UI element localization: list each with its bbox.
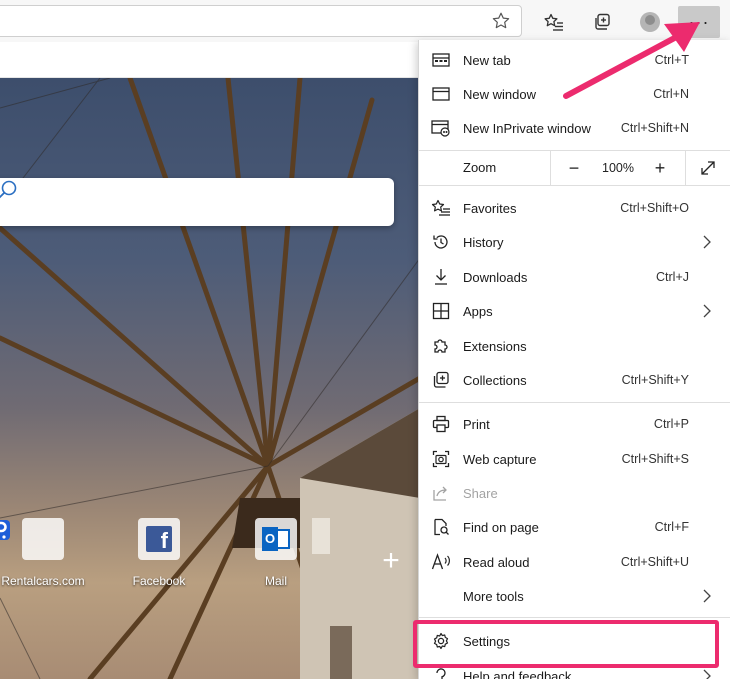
zoom-divider bbox=[550, 151, 551, 185]
menu-shortcut: Ctrl+P bbox=[653, 417, 689, 431]
menu-shortcut: Ctrl+Shift+O bbox=[620, 201, 689, 215]
menu-label: Favorites bbox=[463, 200, 517, 216]
rentalcars-logo bbox=[0, 518, 64, 560]
menu-shortcut: Ctrl+J bbox=[656, 270, 689, 284]
browser-window: ··· Rentalcars.com f Facebook O Mail + N… bbox=[0, 0, 730, 679]
zoom-level: 100% bbox=[602, 161, 634, 175]
menu-item-web-capture[interactable]: Web capture Ctrl+Shift+S bbox=[419, 442, 730, 476]
menu-label: Extensions bbox=[463, 338, 527, 354]
menu-label: Read aloud bbox=[463, 554, 530, 570]
quick-link-facebook[interactable]: f Facebook bbox=[104, 518, 214, 588]
menu-item-new-window[interactable]: New window Ctrl+N bbox=[419, 77, 730, 111]
new-tab-page: Rentalcars.com f Facebook O Mail + bbox=[0, 78, 420, 679]
menu-item-new-inprivate-window[interactable]: New InPrivate window Ctrl+Shift+N bbox=[419, 111, 730, 145]
history-icon bbox=[431, 233, 451, 251]
web-capture-icon bbox=[431, 450, 451, 468]
menu-shortcut: Ctrl+Shift+U bbox=[620, 555, 689, 569]
outlook-letter: O bbox=[262, 527, 278, 551]
chevron-right-icon bbox=[703, 235, 711, 249]
windmill-background-image bbox=[0, 78, 420, 679]
menu-shortcut: Ctrl+Shift+N bbox=[620, 121, 689, 135]
zoom-out-button[interactable]: − bbox=[559, 151, 589, 185]
menu-label: New tab bbox=[463, 52, 511, 68]
menu-item-downloads[interactable]: Downloads Ctrl+J bbox=[419, 260, 730, 294]
menu-label: Web capture bbox=[463, 451, 537, 467]
settings-highlight-box bbox=[413, 620, 719, 668]
print-icon bbox=[431, 415, 451, 433]
extensions-puzzle-icon bbox=[431, 337, 451, 355]
find-on-page-icon bbox=[431, 518, 451, 536]
share-icon bbox=[431, 484, 451, 502]
menu-item-print[interactable]: Print Ctrl+P bbox=[419, 407, 730, 441]
menu-label: History bbox=[463, 234, 504, 250]
menu-label: Apps bbox=[463, 303, 493, 319]
facebook-logo: f bbox=[138, 518, 180, 560]
address-bar[interactable] bbox=[0, 5, 522, 37]
collections-icon bbox=[431, 371, 451, 389]
chevron-right-icon bbox=[703, 589, 711, 603]
menu-item-history[interactable]: History bbox=[419, 225, 730, 259]
download-icon bbox=[431, 268, 451, 286]
more-label: ··· bbox=[688, 11, 710, 32]
quick-link-label: Facebook bbox=[132, 574, 186, 588]
search-box[interactable] bbox=[0, 178, 394, 226]
menu-label: Share bbox=[463, 485, 498, 501]
menu-label: Downloads bbox=[463, 269, 528, 285]
menu-shortcut: Ctrl+F bbox=[654, 520, 689, 534]
menu-shortcut: Ctrl+T bbox=[654, 53, 689, 67]
menu-separator bbox=[419, 185, 730, 186]
menu-shortcut: Ctrl+Shift+S bbox=[621, 452, 689, 466]
quick-link-label: Rentalcars.com bbox=[1, 574, 85, 588]
menu-item-find-on-page[interactable]: Find on page Ctrl+F bbox=[419, 510, 730, 544]
quick-link-mail[interactable]: O Mail bbox=[221, 518, 331, 588]
star-outline-icon[interactable] bbox=[488, 8, 514, 34]
quick-link-rentalcars[interactable]: Rentalcars.com bbox=[0, 518, 98, 588]
apps-icon bbox=[431, 302, 451, 320]
chevron-right-icon bbox=[703, 304, 711, 318]
menu-separator bbox=[419, 617, 730, 618]
help-icon bbox=[431, 667, 451, 679]
collections-icon[interactable] bbox=[588, 8, 616, 36]
new-tab-icon bbox=[431, 51, 451, 69]
menu-shortcut: Ctrl+Shift+Y bbox=[621, 373, 689, 387]
facebook-letter: f bbox=[146, 526, 172, 553]
fullscreen-button[interactable] bbox=[691, 151, 725, 185]
menu-label: Print bbox=[463, 416, 490, 432]
outlook-mail-logo: O bbox=[255, 518, 297, 560]
menu-label: New window bbox=[463, 86, 536, 102]
menu-item-apps[interactable]: Apps bbox=[419, 294, 730, 328]
quick-link-label: Mail bbox=[264, 574, 287, 588]
menu-label: New InPrivate window bbox=[463, 120, 591, 136]
menu-separator bbox=[419, 402, 730, 403]
menu-item-collections[interactable]: Collections Ctrl+Shift+Y bbox=[419, 363, 730, 397]
menu-label: More tools bbox=[463, 588, 524, 604]
chevron-right-icon bbox=[703, 669, 711, 679]
menu-item-read-aloud[interactable]: Read aloud Ctrl+Shift+U bbox=[419, 545, 730, 579]
favorites-list-icon[interactable] bbox=[540, 8, 568, 36]
inprivate-window-icon bbox=[431, 119, 451, 137]
menu-item-new-tab[interactable]: New tab Ctrl+T bbox=[419, 43, 730, 77]
zoom-divider bbox=[685, 151, 686, 185]
more-menu-button[interactable]: ··· bbox=[678, 6, 720, 38]
fullscreen-icon bbox=[701, 161, 715, 175]
menu-item-share[interactable]: Share bbox=[419, 476, 730, 510]
new-window-icon bbox=[431, 85, 451, 103]
read-aloud-icon bbox=[431, 553, 451, 571]
menu-item-more-tools[interactable]: More tools bbox=[419, 579, 730, 613]
settings-and-more-menu: New tab Ctrl+T New window Ctrl+N New InP… bbox=[418, 40, 730, 679]
menu-item-zoom: Zoom − 100% + bbox=[419, 151, 730, 185]
menu-item-favorites[interactable]: Favorites Ctrl+Shift+O bbox=[419, 191, 730, 225]
menu-label: Help and feedback bbox=[463, 668, 572, 679]
search-icon[interactable] bbox=[0, 178, 20, 204]
menu-item-extensions[interactable]: Extensions bbox=[419, 329, 730, 363]
browser-toolbar: ··· bbox=[0, 0, 730, 42]
menu-label: Find on page bbox=[463, 519, 539, 535]
zoom-label: Zoom bbox=[463, 160, 497, 175]
add-quick-link-button[interactable]: + bbox=[378, 546, 404, 576]
profile-avatar-icon[interactable] bbox=[636, 8, 664, 36]
menu-shortcut: Ctrl+N bbox=[653, 87, 689, 101]
favorites-icon bbox=[431, 199, 451, 217]
menu-label: Collections bbox=[463, 372, 527, 388]
zoom-in-button[interactable]: + bbox=[645, 151, 675, 185]
